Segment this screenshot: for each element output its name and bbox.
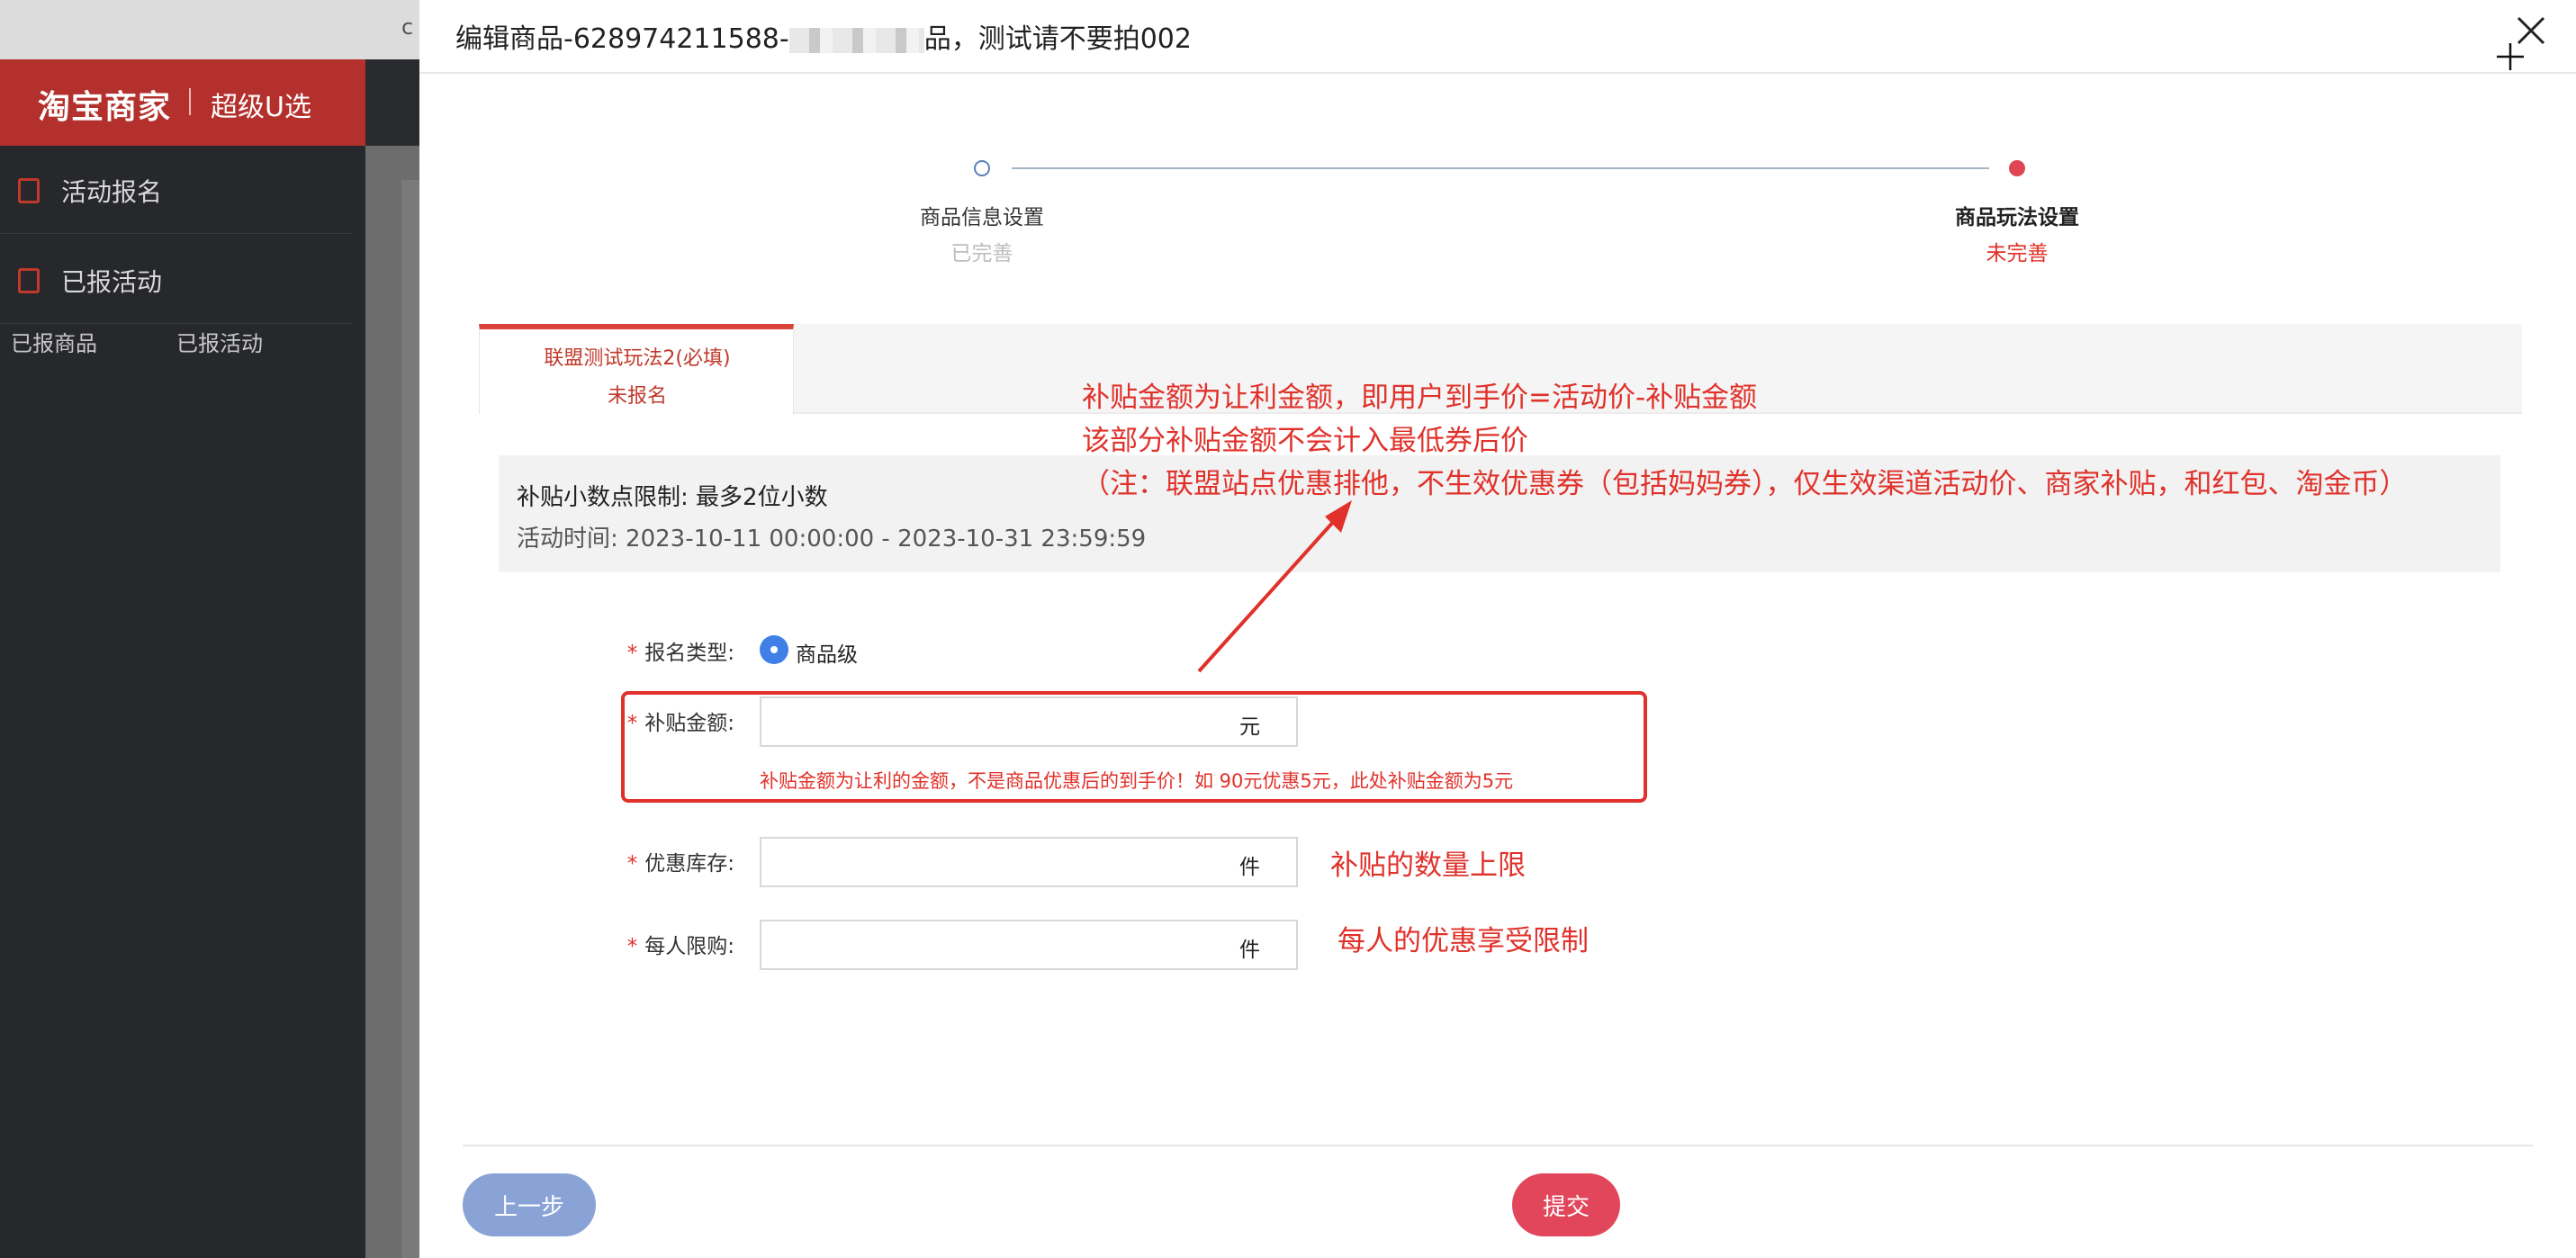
annotation-arrow-icon bbox=[1197, 500, 1352, 673]
sidebar-item-registered-activity[interactable]: 已报活动 bbox=[0, 236, 351, 324]
limit-label-text: 每人限购: bbox=[644, 935, 734, 958]
type-radio-label[interactable]: 商品级 bbox=[796, 637, 858, 668]
required-mark: * bbox=[626, 642, 638, 665]
submenu-registered-goods[interactable]: 已报商品 bbox=[11, 326, 97, 357]
annotation-line-2: 该部分补贴金额不会计入最低券后价 bbox=[1082, 425, 1528, 457]
type-radio-product[interactable] bbox=[760, 635, 788, 664]
step-1-status: 已完善 bbox=[950, 242, 1013, 265]
amount-label-text: 补贴金额: bbox=[644, 712, 734, 735]
type-label-text: 报名类型: bbox=[644, 642, 734, 665]
form-icon bbox=[18, 178, 40, 203]
brand-logo: 淘宝商家 超级U选 bbox=[0, 59, 365, 146]
footer-divider bbox=[463, 1145, 2533, 1146]
background-breadcrumb: c bbox=[401, 14, 414, 40]
discount-stock-input[interactable] bbox=[761, 839, 1229, 885]
brand-separator bbox=[189, 88, 191, 115]
modal-header: 编辑商品-628974211588- 品，测试请不要拍002 bbox=[419, 0, 2576, 74]
subsidy-amount-input[interactable] bbox=[761, 698, 1229, 745]
step-1-title[interactable]: 商品信息设置 bbox=[916, 200, 1048, 230]
modal-title-suffix: 品，测试请不要拍002 bbox=[923, 23, 1192, 55]
tab-alliance-test[interactable]: 联盟测试玩法2(必填) 未报名 bbox=[479, 324, 794, 414]
edit-product-modal: 编辑商品-628974211588- 品，测试请不要拍002 商品信息设置 已完善… bbox=[419, 0, 2576, 1258]
decimal-limit-text: 补贴小数点限制: 最多2位小数 bbox=[517, 484, 828, 511]
discount-stock-field[interactable]: 件 bbox=[760, 837, 1298, 887]
stock-label-text: 优惠库存: bbox=[644, 852, 734, 876]
tab-title: 联盟测试玩法2(必填) bbox=[544, 347, 731, 370]
sidebar-item-label: 活动报名 bbox=[61, 177, 163, 207]
sidebar-item-activity-signup[interactable]: 活动报名 bbox=[0, 146, 351, 234]
required-mark: * bbox=[626, 935, 638, 958]
stock-label: * 优惠库存: bbox=[554, 846, 734, 876]
limit-unit: 件 bbox=[1239, 939, 1260, 962]
step-progress-line bbox=[1012, 167, 1989, 169]
list-icon bbox=[18, 268, 40, 293]
per-person-limit-field[interactable]: 件 bbox=[760, 920, 1298, 970]
type-label: * 报名类型: bbox=[554, 635, 734, 666]
subsidy-amount-field[interactable]: 元 bbox=[760, 696, 1298, 747]
step-2-title[interactable]: 商品玩法设置 bbox=[1950, 200, 2085, 230]
required-mark: * bbox=[626, 852, 638, 876]
modal-title-prefix: 编辑商品-628974211588- bbox=[455, 23, 789, 55]
amount-label: * 补贴金额: bbox=[554, 705, 734, 736]
tab-status: 未报名 bbox=[607, 385, 667, 408]
stock-unit: 件 bbox=[1239, 856, 1260, 879]
crosshair-icon bbox=[2497, 43, 2524, 70]
per-person-limit-input[interactable] bbox=[761, 921, 1229, 968]
sidebar-item-label: 已报活动 bbox=[61, 267, 163, 297]
brand-subtitle: 超级U选 bbox=[211, 92, 311, 123]
amount-unit: 元 bbox=[1239, 715, 1260, 739]
annotation-limit: 每人的优惠享受限制 bbox=[1338, 925, 1589, 957]
previous-step-button[interactable]: 上一步 bbox=[463, 1173, 596, 1236]
annotation-line-1: 补贴金额为让利金额，即用户到手价=活动价-补贴金额 bbox=[1082, 382, 1758, 414]
step-1-dot bbox=[974, 160, 990, 176]
amount-hint: 补贴金额为让利的金额，不是商品优惠后的到手价！如 90元优惠5元，此处补贴金额为… bbox=[760, 770, 1514, 792]
step-2-status: 未完善 bbox=[1986, 242, 2049, 265]
brand-name: 淘宝商家 bbox=[38, 89, 172, 126]
limit-label: * 每人限购: bbox=[554, 929, 734, 959]
step-2-dot bbox=[2009, 160, 2025, 176]
modal-title: 编辑商品-628974211588- 品，测试请不要拍002 bbox=[455, 16, 1192, 56]
submit-button[interactable]: 提交 bbox=[1512, 1173, 1620, 1236]
submenu-registered-activity[interactable]: 已报活动 bbox=[176, 326, 263, 357]
annotation-stock: 补贴的数量上限 bbox=[1330, 849, 1526, 882]
activity-time-text: 活动时间: 2023-10-11 00:00:00 - 2023-10-31 2… bbox=[517, 526, 1147, 553]
background-topbar: c bbox=[0, 0, 423, 59]
required-mark: * bbox=[626, 712, 638, 735]
blurred-text bbox=[788, 27, 924, 53]
